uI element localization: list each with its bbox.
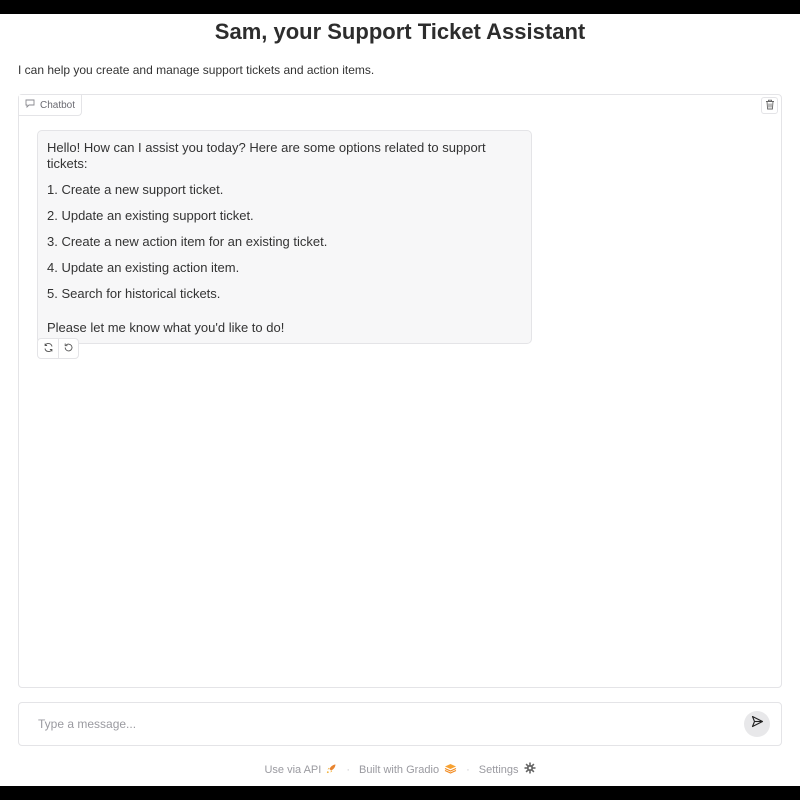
message-option-5: 5. Search for historical tickets. bbox=[47, 286, 221, 301]
page-description: I can help you create and manage support… bbox=[18, 63, 375, 77]
retry-icon bbox=[43, 340, 54, 358]
settings-link[interactable]: Settings bbox=[479, 762, 536, 778]
send-icon bbox=[751, 715, 764, 733]
chatbot-panel: Chatbot Hello! How can I assist you toda… bbox=[18, 94, 782, 688]
chat-icon bbox=[25, 99, 35, 111]
settings-label: Settings bbox=[478, 764, 519, 776]
message-actions bbox=[37, 338, 79, 359]
footer: Use via API · Built with Gradio · Settin… bbox=[0, 762, 800, 778]
message-option-3: 3. Create a new action item for an exist… bbox=[47, 234, 328, 249]
message-closing: Please let me know what you'd like to do… bbox=[47, 320, 285, 335]
message-composer bbox=[18, 702, 782, 746]
use-via-api-label: Use via API bbox=[264, 764, 322, 776]
undo-button[interactable] bbox=[58, 339, 78, 358]
message-intro: Hello! How can I assist you today? Here … bbox=[47, 140, 486, 171]
message-option-1: 1. Create a new support ticket. bbox=[47, 182, 224, 197]
built-with-gradio-label: Built with Gradio bbox=[359, 764, 440, 776]
use-via-api-link[interactable]: Use via API bbox=[264, 763, 337, 778]
rocket-icon bbox=[326, 763, 337, 778]
chatbot-label: Chatbot bbox=[19, 95, 83, 116]
message-option-4: 4. Update an existing action item. bbox=[47, 260, 240, 275]
gradio-logo-icon bbox=[444, 763, 457, 778]
footer-separator: · bbox=[466, 764, 470, 776]
trash-icon bbox=[765, 97, 775, 115]
page-title: Sam, your Support Ticket Assistant bbox=[214, 19, 586, 44]
built-with-gradio-link[interactable]: Built with Gradio bbox=[359, 763, 457, 778]
send-button[interactable] bbox=[744, 711, 770, 737]
app-page: Sam, your Support Ticket Assistant I can… bbox=[0, 14, 800, 786]
message-option-2: 2. Update an existing support ticket. bbox=[47, 208, 254, 223]
undo-icon bbox=[63, 340, 74, 358]
retry-button[interactable] bbox=[38, 339, 58, 358]
gear-icon bbox=[524, 762, 536, 778]
clear-chat-button[interactable] bbox=[761, 97, 778, 114]
chatbot-label-text: Chatbot bbox=[40, 99, 76, 111]
message-input[interactable] bbox=[38, 715, 718, 733]
footer-separator: · bbox=[346, 764, 350, 776]
assistant-message: Hello! How can I assist you today? Here … bbox=[37, 130, 532, 344]
